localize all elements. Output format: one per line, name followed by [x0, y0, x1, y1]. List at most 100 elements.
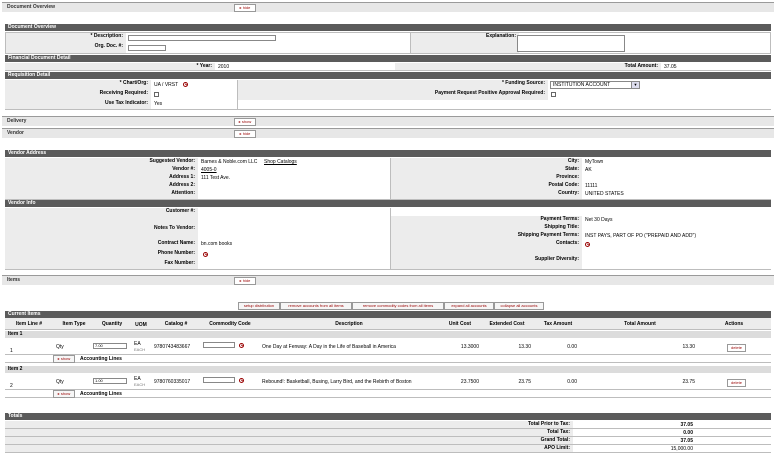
phone-lookup-icon[interactable] [203, 252, 208, 257]
tab-vendor: Vendor ▸ hide [2, 128, 774, 138]
contacts-label: Contacts: [391, 240, 582, 250]
column-header: Tax Amount [543, 321, 573, 327]
column-header: Item Line # [15, 321, 43, 327]
totals-row: Total Prior to Tax: 37.05 [5, 421, 771, 429]
requisition-rows: * Chart/Org: UA / VRST Receiving Require… [5, 80, 771, 110]
address1-value: 111 Test Ave. [201, 175, 231, 181]
accounting-lines-row: ▸ show Accounting Lines [5, 390, 771, 398]
shop-catalogs-link[interactable]: Shop Catalogs [261, 159, 297, 165]
section-header: Requisition Detail [5, 72, 771, 79]
delete-button[interactable]: delete [727, 344, 746, 352]
show-accounting-button[interactable]: ▸ show [53, 355, 75, 363]
receiving-checkbox[interactable] [154, 92, 159, 97]
contract-value: bn.com books [201, 241, 233, 247]
totals-row: Total Tax: 0.00 [5, 429, 771, 437]
chart-org-label: * Chart/Org: [5, 80, 151, 90]
fax-label: Fax Number: [5, 260, 198, 269]
explanation-textarea[interactable] [517, 35, 625, 52]
section-header: Financial Document Detail [5, 55, 771, 62]
table-row: 1 Qty 7.00 EA EACH 9780743483667 One Day… [5, 338, 771, 355]
search-icon[interactable] [183, 82, 188, 87]
quantity-input[interactable]: 1.00 [93, 378, 127, 384]
column-header: UOM [135, 322, 147, 328]
column-header: Total Amount [624, 321, 656, 327]
accounting-lines-label: Accounting Lines [80, 356, 122, 362]
item-type: Qty [56, 344, 64, 350]
funding-source-select[interactable]: INSTITUTION ACCOUNT ▼ [550, 81, 640, 89]
commodity-code-input[interactable] [203, 342, 235, 348]
vendor-address-rows: Suggested Vendor: Barnes & Noble.com LLC… [5, 158, 771, 200]
vendor-number-link[interactable]: 4005-0 [198, 167, 217, 173]
shipping-payment-value: INST PAYS, PART OF PO ("PREPAID AND ADD"… [585, 233, 696, 239]
hide-button[interactable]: ▸ hide [234, 277, 256, 285]
financial-row: * Year: 2010 Total Amount: 37.05 [5, 63, 771, 71]
collapse-all-accounts-button[interactable]: collapse all accounts [494, 302, 544, 310]
funding-source-label: * Funding Source: [238, 80, 548, 90]
payment-terms-value: Net 30 Days [585, 217, 613, 223]
vendor-info-rows: Customer #: Notes To Vendor: Contract Na… [5, 208, 771, 270]
grand-total-value: 37.05 [680, 438, 693, 444]
show-accounting-button[interactable]: ▸ show [53, 390, 75, 398]
tab-delivery: Delivery ▸ show [2, 116, 774, 126]
description-label: * Description: [6, 33, 126, 43]
address2-label: Address 2: [5, 182, 198, 190]
unit-cost: 13.3000 [460, 344, 479, 350]
explanation-label: Explanation: [411, 33, 519, 53]
year-value: 2010 [218, 64, 230, 70]
total-amount: 13.30 [682, 344, 695, 350]
setup-distribution-button[interactable]: setup distribution [238, 302, 280, 310]
receiving-label: Receiving Required: [5, 90, 151, 100]
item-header: Item 1 [5, 331, 771, 338]
total-prior-label: Total Prior to Tax: [5, 421, 573, 428]
description-input[interactable] [128, 35, 276, 41]
remove-accounts-button[interactable]: remove accounts from all items [280, 302, 352, 310]
payment-req-label: Payment Request Positive Approval Requir… [238, 90, 548, 100]
search-icon[interactable] [239, 378, 244, 383]
delete-button[interactable]: delete [727, 379, 746, 387]
contacts-lookup-icon[interactable] [585, 242, 590, 247]
use-tax-label: Use Tax Indicator: [5, 100, 151, 109]
total-amount-label: Total Amount: [395, 63, 661, 70]
payment-req-checkbox[interactable] [551, 92, 556, 97]
tax-amount: 0.00 [567, 344, 577, 350]
column-header: Extended Cost [489, 321, 525, 327]
item-type: Qty [56, 379, 64, 385]
funding-source-value: INSTITUTION ACCOUNT [553, 82, 611, 88]
quantity-input[interactable]: 7.00 [93, 343, 127, 349]
commodity-code-input[interactable] [203, 377, 235, 383]
customer-number-label: Customer #: [5, 208, 198, 216]
hide-button[interactable]: ▸ hide [234, 4, 256, 12]
extended-cost: 13.30 [518, 344, 531, 350]
section-header: Current Items [5, 311, 771, 318]
accounting-lines-label: Accounting Lines [80, 391, 122, 397]
search-icon[interactable] [239, 343, 244, 348]
org-doc-input[interactable] [128, 45, 166, 51]
unit-cost: 23.7500 [460, 379, 479, 385]
postal-label: Postal Code: [391, 182, 582, 190]
grand-total-label: Grand Total: [5, 437, 573, 444]
show-button[interactable]: ▸ show [234, 118, 256, 126]
expand-all-accounts-button[interactable]: expand all accounts [444, 302, 494, 310]
tab-document-overview: Document Overview ▸ hide [2, 2, 774, 12]
tax-amount: 0.00 [567, 379, 577, 385]
total-tax-label: Total Tax: [5, 429, 573, 436]
totals-row: APO Limit: 15,000.00 [5, 445, 771, 453]
column-header: Quantity [101, 321, 123, 327]
item-header: Item 2 [5, 366, 771, 373]
totals-row: Grand Total: 37.05 [5, 437, 771, 445]
column-header: Unit Cost [448, 321, 472, 327]
shipping-title-label: Shipping Title: [391, 224, 582, 232]
supplier-diversity-label: Supplier Diversity: [391, 250, 582, 269]
chevron-down-icon: ▼ [631, 82, 639, 88]
notes-label: Notes To Vendor: [5, 216, 198, 240]
hide-button[interactable]: ▸ hide [234, 130, 256, 138]
apo-limit-value: 15,000.00 [670, 446, 693, 452]
tab-items: Items ▸ hide [2, 275, 774, 285]
item-description: Rebound!: Basketball, Busing, Larry Bird… [262, 379, 412, 385]
items-table-header: Item Line # Item Type Quantity UOM Catal… [5, 318, 771, 330]
apo-limit-label: APO Limit: [5, 445, 573, 452]
province-label: Province: [391, 174, 582, 182]
tab-title: Delivery [7, 118, 27, 124]
attention-label: Attention: [5, 190, 198, 199]
remove-commodity-codes-button[interactable]: remove commodity codes from all items [352, 302, 444, 310]
